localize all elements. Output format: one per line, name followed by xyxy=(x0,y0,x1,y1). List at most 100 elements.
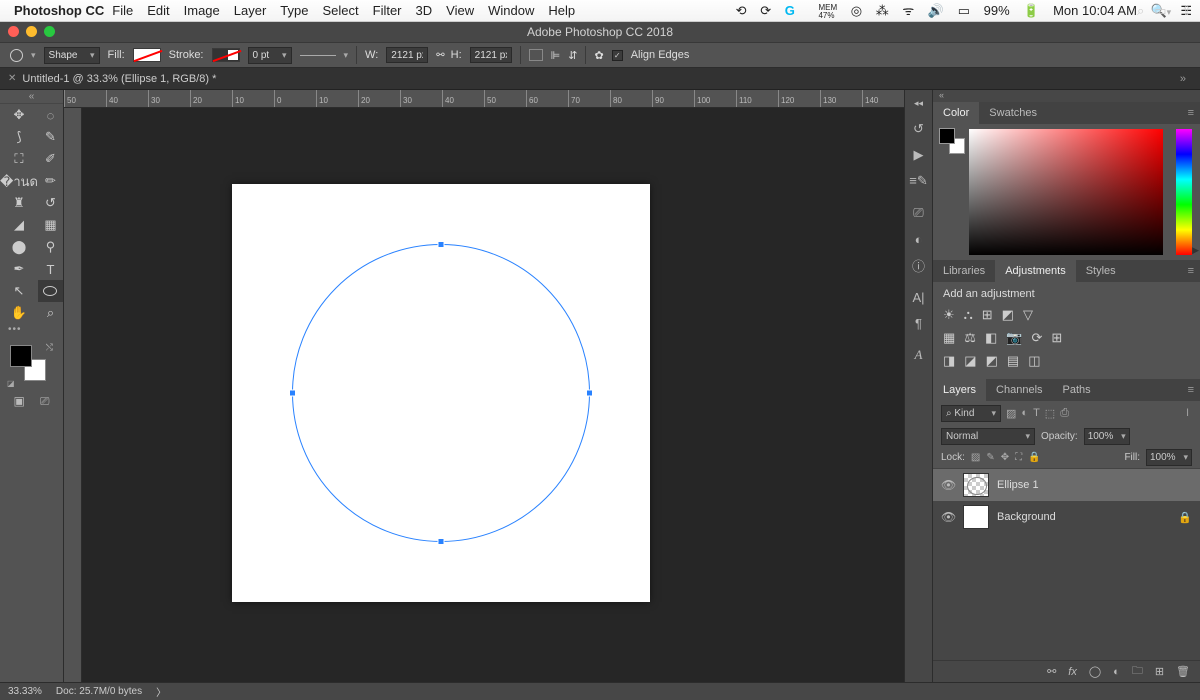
filter-pixel-icon[interactable]: ▨ xyxy=(1006,407,1016,420)
zoom-level[interactable]: 33.33% xyxy=(8,686,42,697)
menu-select[interactable]: Select xyxy=(322,3,358,18)
stroke-swatch[interactable] xyxy=(212,48,240,62)
close-window-icon[interactable] xyxy=(8,26,19,37)
history-brush-tool[interactable]: ↺ xyxy=(38,192,63,214)
opacity-select[interactable]: 100%▾ xyxy=(1084,428,1130,445)
channelmixer-icon[interactable]: ⟳ xyxy=(1031,330,1042,346)
gradientmap-icon[interactable]: ▤ xyxy=(1007,353,1019,369)
link-dimensions-icon[interactable]: ⚯ xyxy=(436,50,442,61)
curves-icon[interactable]: ⊞ xyxy=(982,307,993,323)
healing-tool[interactable]: �านด xyxy=(0,170,38,192)
minimize-window-icon[interactable] xyxy=(26,26,37,37)
lock-icon[interactable]: 🔒 xyxy=(1178,511,1192,524)
bw-icon[interactable]: ◧ xyxy=(985,330,997,346)
width-field[interactable] xyxy=(386,47,428,63)
stroke-style-icon[interactable] xyxy=(300,55,336,56)
menu-3d[interactable]: 3D xyxy=(416,3,433,18)
lock-pos-icon[interactable]: ✥ xyxy=(1001,452,1009,463)
invert-icon[interactable]: ◨ xyxy=(943,353,955,369)
doc-size[interactable]: Doc: 25.7M/0 bytes xyxy=(56,686,142,697)
fx-icon[interactable]: fx xyxy=(1068,666,1077,678)
zoom-tool[interactable]: ⌕ xyxy=(38,302,63,324)
menu-window[interactable]: Window xyxy=(488,3,534,18)
blur-tool[interactable]: ⬤ xyxy=(0,236,38,258)
color-fgbg[interactable] xyxy=(939,128,965,154)
pen-tool[interactable]: ✒ xyxy=(0,258,38,280)
tool-preset-drop[interactable]: ▾ xyxy=(31,50,36,61)
layer-thumb[interactable] xyxy=(963,473,989,497)
new-layer-icon[interactable]: ⊞ xyxy=(1155,665,1164,678)
layer-name[interactable]: Ellipse 1 xyxy=(997,479,1039,491)
shape-mode-select[interactable]: Shape▾ xyxy=(44,47,100,64)
tab-paths[interactable]: Paths xyxy=(1053,379,1101,401)
screenmode-icon[interactable]: ▭▾ xyxy=(1154,3,1171,19)
tab-layers[interactable]: Layers xyxy=(933,379,986,401)
foreground-color[interactable] xyxy=(10,345,32,367)
crop-tool[interactable]: ⛶ xyxy=(0,148,38,170)
menu-type[interactable]: Type xyxy=(280,3,308,18)
hue-icon[interactable]: ▦ xyxy=(943,330,955,346)
type-tool[interactable]: T xyxy=(38,258,63,280)
filter-adj-icon[interactable]: ◐ xyxy=(1021,407,1028,419)
delete-layer-icon[interactable]: 🗑 xyxy=(1176,665,1190,678)
layer-ellipse1[interactable]: 👁 Ellipse 1 xyxy=(933,469,1200,501)
ellipse-shape[interactable] xyxy=(292,244,590,542)
visibility-icon[interactable]: 👁 xyxy=(941,510,955,524)
filter-type-icon[interactable]: T xyxy=(1033,407,1040,419)
adjust-panel-icon[interactable]: ◐ xyxy=(905,226,932,252)
marquee-tool[interactable]: ◌ xyxy=(38,104,63,126)
search-icon[interactable]: ⌕ xyxy=(1137,3,1144,19)
wifi-icon[interactable]: ᯤ xyxy=(902,3,914,18)
info-panel-icon[interactable]: ⓘ xyxy=(905,252,932,278)
stamp-tool[interactable]: ♜ xyxy=(0,192,38,214)
clock[interactable]: Mon 10:04 AM xyxy=(1053,3,1137,18)
dodge-tool[interactable]: ⚲ xyxy=(38,236,63,258)
glyphs-panel-icon[interactable]: A xyxy=(905,342,932,368)
link-layers-icon[interactable]: ⚯ xyxy=(1047,665,1056,678)
ruler-horizontal[interactable]: 50 40 30 20 10 0 10 20 30 40 50 60 70 80… xyxy=(64,90,932,108)
align-edges-checkbox[interactable]: ✓ xyxy=(612,50,623,61)
fill-swatch[interactable] xyxy=(133,48,161,62)
move-tool[interactable]: ✥ xyxy=(0,104,38,126)
menu-image[interactable]: Image xyxy=(184,3,220,18)
adjustment-layer-icon[interactable]: ◐ xyxy=(1113,666,1120,678)
tab-adjustments[interactable]: Adjustments xyxy=(995,260,1076,282)
cloud-sync-icon[interactable]: ⟲ xyxy=(736,3,747,18)
colorlookup-icon[interactable]: ⊞ xyxy=(1051,330,1062,346)
vibrance-icon[interactable]: ▽ xyxy=(1023,307,1033,323)
lock-all-icon[interactable]: 🔒 xyxy=(1028,452,1040,463)
swap-colors-icon[interactable]: ⤭ xyxy=(46,342,53,353)
tab-libraries[interactable]: Libraries xyxy=(933,260,995,282)
battery-icon[interactable]: 🔋 xyxy=(1023,3,1039,18)
visibility-icon[interactable]: 👁 xyxy=(941,478,955,492)
lock-artboard-icon[interactable]: ⛶ xyxy=(1015,452,1022,463)
levels-icon[interactable]: ⛬ xyxy=(964,307,973,323)
brush-tool[interactable]: ✏ xyxy=(38,170,63,192)
panels-collapse-icon[interactable]: « xyxy=(933,90,1200,102)
edit-toolbar[interactable]: ••• xyxy=(0,324,63,340)
menu-layer[interactable]: Layer xyxy=(234,3,267,18)
close-tab-icon[interactable]: ✕ xyxy=(8,73,16,84)
anchor-left[interactable] xyxy=(289,390,296,397)
posterize-icon[interactable]: ◪ xyxy=(964,353,976,369)
filter-shape-icon[interactable]: ⬚ xyxy=(1045,407,1055,420)
menu-help[interactable]: Help xyxy=(548,3,575,18)
share-icon[interactable]: ⇪ xyxy=(1181,3,1192,19)
layers-panel-menu-icon[interactable]: ≡ xyxy=(1182,379,1200,401)
menu-filter[interactable]: Filter xyxy=(373,3,402,18)
screen-mode-tool-icon[interactable]: ⎚ xyxy=(40,394,50,409)
properties-panel-icon[interactable]: ⎚ xyxy=(905,200,932,226)
stroke-style-drop[interactable]: ▾ xyxy=(344,50,349,61)
toolbox-collapse-icon[interactable]: « xyxy=(0,90,63,104)
ruler-vertical[interactable] xyxy=(64,108,82,682)
sync-icon[interactable]: ⟳ xyxy=(760,3,771,18)
selectivecolor-icon[interactable]: ◫ xyxy=(1028,353,1040,369)
hand-tool[interactable]: ✋ xyxy=(0,302,38,324)
filter-smart-icon[interactable]: ⎙ xyxy=(1060,407,1069,420)
height-field[interactable] xyxy=(470,47,512,63)
lock-trans-icon[interactable]: ▨ xyxy=(971,452,980,463)
record-icon[interactable]: ◎ xyxy=(851,3,862,18)
align-icon[interactable]: ⊫ xyxy=(551,49,561,62)
tool-preset-icon[interactable] xyxy=(10,49,23,62)
lasso-tool[interactable]: ⟆ xyxy=(0,126,38,148)
